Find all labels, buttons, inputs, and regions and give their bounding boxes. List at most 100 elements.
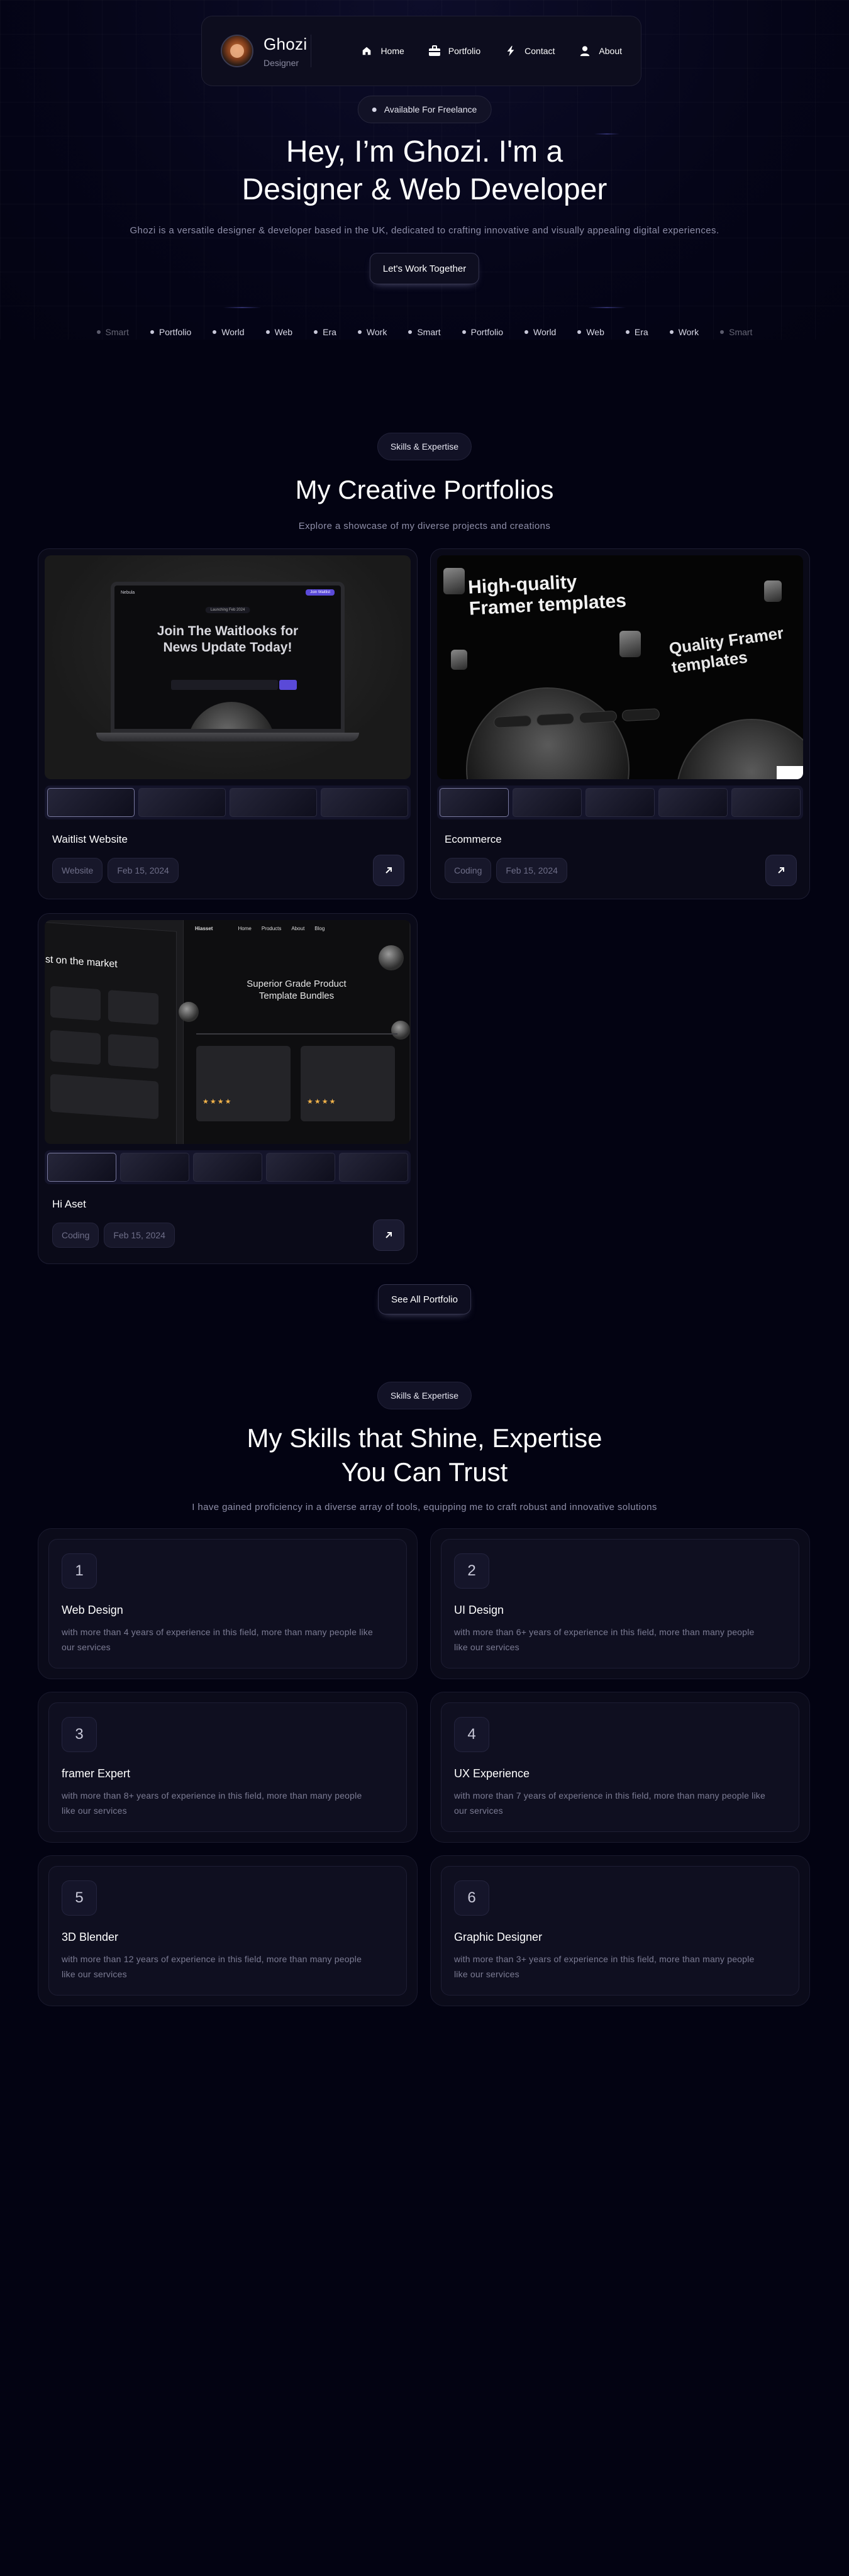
preview-headline-echo: Quality Framer templates <box>667 623 785 677</box>
avatar[interactable] <box>221 35 253 67</box>
marquee-item: Smart <box>720 327 752 337</box>
nav-links: Home Portfolio Contact About <box>360 45 622 57</box>
skill-title: UI Design <box>454 1604 504 1616</box>
thumbnail[interactable] <box>658 788 728 817</box>
skill-description: with more than 3+ years of experience in… <box>454 1954 755 1979</box>
project-meta: Website Feb 15, 2024 <box>52 855 404 886</box>
marquee-word: Era <box>323 327 336 337</box>
preview-3d-ball <box>379 945 404 970</box>
thumbnail-strip <box>45 786 411 819</box>
user-icon <box>579 45 591 57</box>
hero-subtitle: Ghozi is a versatile designer & develope… <box>130 225 719 236</box>
marquee-item: Work <box>357 327 387 337</box>
thumbnail[interactable] <box>339 1153 408 1182</box>
laptop-base <box>96 733 359 741</box>
preview-globe <box>466 687 630 779</box>
preview-nav-item: Home <box>238 925 252 931</box>
preview-email-field <box>171 680 278 690</box>
thumbnail[interactable] <box>321 788 408 817</box>
skill-description: with more than 4 years of experience in … <box>62 1627 373 1652</box>
skill-card-inner: 6 Graphic Designer with more than 3+ years… <box>441 1866 799 1996</box>
skills-title-line: You Can Trust <box>341 1457 508 1487</box>
marquee-item: World <box>524 327 556 337</box>
date-tag: Feb 15, 2024 <box>496 858 567 883</box>
marquee-dot <box>150 330 154 334</box>
thumbnail-strip <box>45 1150 411 1184</box>
skill-card: 6 Graphic Designer with more than 3+ years… <box>430 1855 810 2006</box>
nav-link-contact[interactable]: Contact <box>504 45 555 57</box>
thumbnail[interactable] <box>47 1153 116 1182</box>
skill-description: with more than 8+ years of experience in… <box>62 1790 362 1816</box>
skill-card: 2 UI Design with more than 6+ years of exp… <box>430 1528 810 1679</box>
preview-brand: Hiasset <box>195 925 213 931</box>
portfolio-card-hi-aset[interactable]: st on the market Hiasset Home Products A… <box>38 913 418 1264</box>
preview-submit <box>279 680 297 690</box>
preview-pill <box>579 710 618 724</box>
open-project-button[interactable] <box>373 1219 404 1251</box>
nav-link-about[interactable]: About <box>579 45 622 57</box>
open-project-button[interactable] <box>373 855 404 886</box>
preview-pill <box>493 714 532 728</box>
work-together-button[interactable]: Let's Work Together <box>369 253 480 284</box>
decorative-glow <box>588 307 626 308</box>
preview-pill <box>536 713 575 726</box>
thumbnail[interactable] <box>585 788 655 817</box>
skill-card-inner: 3 framer Expert with more than 8+ years of… <box>48 1702 407 1832</box>
availability-text: Available For Freelance <box>384 104 477 114</box>
preview-nav-item: Products <box>261 925 282 931</box>
thumbnail[interactable] <box>47 788 135 817</box>
thumbnail[interactable] <box>513 788 582 817</box>
skill-description: with more than 7 years of experience in … <box>454 1790 765 1816</box>
project-preview-image: st on the market Hiasset Home Products A… <box>45 920 411 1144</box>
thumbnail[interactable] <box>266 1153 335 1182</box>
preview-side-panel: st on the market <box>45 921 177 1144</box>
marquee-word: Work <box>678 327 699 337</box>
preview-3d-ball <box>179 1002 199 1022</box>
thumbnail[interactable] <box>193 1153 262 1182</box>
marquee-item: Smart <box>96 327 129 337</box>
category-tag: Coding <box>445 858 492 883</box>
preview-header: Nebula Join Waitlist <box>114 586 341 599</box>
date-tag: Feb 15, 2024 <box>104 1223 175 1248</box>
hero-title-line: Hey, I’m Ghozi. I'm a <box>286 135 563 169</box>
preview-testimonial <box>196 1046 291 1121</box>
skill-number: 1 <box>62 1553 97 1589</box>
portfolio-card-ecommerce[interactable]: High-quality Framer templates Quality Fr… <box>430 548 810 899</box>
brand-name: Ghozi <box>264 34 308 53</box>
thumbnail[interactable] <box>230 788 317 817</box>
skill-card-inner: 5 3D Blender with more than 12 years of ex… <box>48 1866 407 1996</box>
arrow-up-right-icon <box>386 867 392 874</box>
preview-nav-item: About <box>291 925 305 931</box>
preview-product-box <box>50 985 101 1021</box>
arrow-up-right-icon <box>778 867 784 874</box>
preview-pill: Launching Feb 2024 <box>205 607 250 613</box>
see-all-portfolio-button[interactable]: See All Portfolio <box>378 1284 471 1314</box>
thumbnail[interactable] <box>138 788 226 817</box>
preview-product-box <box>50 1030 101 1065</box>
marquee-dot <box>357 330 362 334</box>
nav-link-label: Portfolio <box>448 46 481 56</box>
thumbnail[interactable] <box>120 1153 189 1182</box>
skill-card-inner: 1 Web Design with more than 4 years of exp… <box>48 1539 407 1668</box>
nav-link-home[interactable]: Home <box>360 45 404 57</box>
nav-link-label: Home <box>380 46 404 56</box>
thumbnail[interactable] <box>440 788 509 817</box>
skill-number: 5 <box>62 1880 97 1916</box>
marquee-item: Portfolio <box>462 327 503 337</box>
portfolio-card-waitlist[interactable]: Nebula Join Waitlist Launching Feb 2024 … <box>38 548 418 899</box>
marquee-word: Smart <box>417 327 441 337</box>
marquee-word: Portfolio <box>470 327 504 337</box>
brand-role: Designer <box>264 57 299 68</box>
marquee-word: Work <box>366 327 387 337</box>
project-title: Hi Aset <box>52 1198 86 1210</box>
preview-main-panel: Hiasset Home Products About Blog Superio… <box>179 920 410 1144</box>
skill-description: with more than 12 years of experience in… <box>62 1954 362 1979</box>
marquee-dot <box>577 330 582 334</box>
skill-number: 4 <box>454 1717 489 1752</box>
top-navbar: Ghozi Designer Home Portfolio Contact Ab… <box>201 16 641 86</box>
thumbnail[interactable] <box>731 788 801 817</box>
skill-card-inner: 4 UX Experience with more than 7 years of … <box>441 1702 799 1832</box>
open-project-button[interactable] <box>765 855 797 886</box>
nav-link-portfolio[interactable]: Portfolio <box>428 45 480 57</box>
marquee-word: World <box>533 327 557 337</box>
